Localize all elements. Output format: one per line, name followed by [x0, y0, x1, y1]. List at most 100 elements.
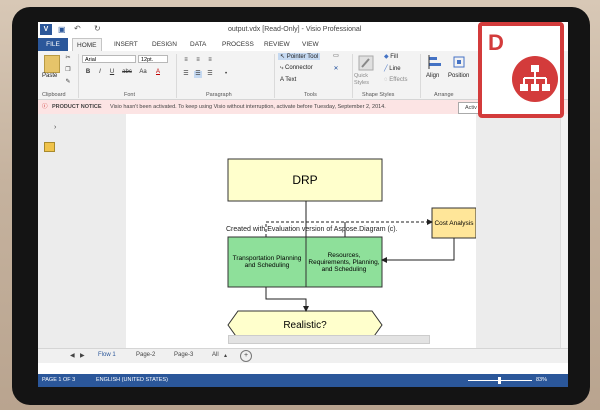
aspose-diagram-badge: D: [478, 22, 564, 118]
align-shapes-icon[interactable]: [428, 55, 442, 69]
align-right-icon[interactable]: ☰: [206, 71, 214, 78]
close-shape-icon[interactable]: ✕: [332, 66, 340, 73]
connector-button[interactable]: ⤷ Connector: [280, 65, 313, 72]
zoom-level[interactable]: 83%: [536, 374, 547, 387]
separator: [352, 54, 353, 98]
align-top-icon[interactable]: ≡: [182, 57, 190, 64]
text-tool-button[interactable]: A Text: [280, 77, 296, 83]
zoom-slider-thumb[interactable]: [498, 377, 501, 384]
drp-label: DRP: [292, 173, 318, 187]
effects-label: Effects: [389, 77, 408, 83]
position-button[interactable]: Position: [448, 73, 469, 79]
tab-data[interactable]: DATA: [190, 41, 206, 48]
clipboard-label: Clipboard: [42, 92, 66, 98]
tab-all[interactable]: All: [212, 352, 219, 358]
paste-icon[interactable]: [44, 55, 60, 73]
tab-file[interactable]: FILE: [38, 38, 68, 51]
tab-home[interactable]: HOME: [72, 38, 102, 52]
tools-label: Tools: [304, 92, 317, 98]
separator: [274, 54, 275, 98]
separator: [176, 54, 177, 98]
effects-button[interactable]: ◌ Effects: [384, 77, 407, 83]
notice-text: Visio hasn't been activated. To keep usi…: [110, 104, 386, 110]
save-icon[interactable]: ▣: [58, 25, 66, 34]
arrange-label: Arrange: [434, 92, 454, 98]
pointer-icon: ↖: [280, 54, 286, 60]
page-prev-icon[interactable]: ◀: [70, 352, 75, 359]
page-indicator[interactable]: PAGE 1 OF 3: [42, 374, 75, 387]
shapes-panel-collapsed: ›: [38, 114, 68, 348]
connector-label: Connector: [285, 65, 313, 71]
cost-connector: [381, 238, 455, 263]
format-painter-icon[interactable]: ✎: [64, 79, 72, 86]
window-title: output.vdx [Read-Only] - Visio Professio…: [228, 26, 362, 33]
underline-button[interactable]: U: [108, 69, 116, 76]
pointer-tool-button[interactable]: ↖ Pointer Tool: [278, 53, 321, 60]
font-family-select[interactable]: Arial: [82, 55, 136, 63]
connector-icon: ⤷: [280, 65, 284, 71]
tab-flow-1[interactable]: Flow 1: [98, 352, 116, 358]
horizontal-scrollbar[interactable]: [228, 335, 430, 344]
rectangle-shape-icon[interactable]: ▭: [332, 53, 340, 60]
drawing-page[interactable]: DRP Cost Analysis Transportation Plannin…: [126, 114, 477, 348]
pointer-tool-label: Pointer Tool: [286, 54, 319, 60]
add-page-icon[interactable]: +: [240, 350, 252, 362]
tab-review[interactable]: REVIEW: [264, 41, 290, 48]
resources-label: Resources, Requirements, Planning, and S…: [308, 251, 380, 273]
undo-icon[interactable]: ↶: [74, 24, 81, 33]
status-bar: PAGE 1 OF 3 ENGLISH (UNITED STATES) 83%: [38, 374, 568, 387]
separator: [78, 54, 79, 98]
quick-styles-button[interactable]: Quick Styles: [354, 73, 378, 87]
font-size-select[interactable]: 12pt.: [138, 55, 168, 63]
tab-page-2[interactable]: Page-2: [136, 352, 155, 358]
org-chart-icon: [512, 56, 558, 102]
align-middle-icon[interactable]: ≡: [194, 57, 202, 64]
paragraph-label: Paragraph: [206, 92, 232, 98]
shape-styles-label: Shape Styles: [362, 92, 395, 98]
line-label: Line: [389, 66, 401, 72]
align-center-icon[interactable]: ☰: [194, 71, 202, 78]
shapes-stencil-icon[interactable]: [44, 142, 55, 152]
language-indicator[interactable]: ENGLISH (UNITED STATES): [96, 374, 168, 387]
cut-icon[interactable]: ✂: [64, 55, 72, 62]
info-icon: ⓘ: [42, 104, 48, 110]
separator: [420, 54, 421, 98]
strikethrough-button[interactable]: abc: [120, 69, 134, 76]
text-tool-icon: A: [280, 77, 284, 83]
cost-analysis-label: Cost Analysis: [434, 219, 474, 227]
bullets-icon[interactable]: •: [222, 71, 230, 78]
tab-process[interactable]: PROCESS: [222, 41, 254, 48]
paste-button[interactable]: Paste: [42, 73, 57, 79]
italic-button[interactable]: I: [96, 69, 104, 76]
align-bottom-icon[interactable]: ≡: [206, 57, 214, 64]
bold-button[interactable]: B: [84, 69, 92, 76]
line-button[interactable]: ╱ Line: [384, 65, 401, 72]
tab-insert[interactable]: INSERT: [114, 41, 138, 48]
fill-button[interactable]: ◆ Fill: [384, 53, 398, 60]
page-next-icon[interactable]: ▶: [80, 352, 85, 359]
tab-design[interactable]: DESIGN: [152, 41, 177, 48]
watermark-text: Created with Evaluation version of Aspos…: [226, 226, 398, 233]
change-case-button[interactable]: Aa: [138, 69, 148, 76]
badge-inner: D: [482, 26, 560, 114]
font-label: Font: [124, 92, 136, 98]
transport-label: Transportation Planning and Scheduling: [232, 255, 302, 269]
all-dropdown-icon[interactable]: ▴: [224, 352, 227, 359]
line-icon: ╱: [384, 66, 388, 72]
tab-view[interactable]: VIEW: [302, 41, 319, 48]
tab-page-3[interactable]: Page-3: [174, 352, 193, 358]
page-tabs-bar: ◀ ▶ Flow 1 Page-2 Page-3 All ▴ +: [38, 335, 568, 363]
font-color-button[interactable]: A: [154, 69, 162, 76]
position-icon[interactable]: [452, 55, 466, 69]
notice-title: PRODUCT NOTICE: [52, 104, 102, 110]
align-left-icon[interactable]: ☰: [182, 71, 190, 78]
expand-shapes-icon[interactable]: ›: [54, 124, 56, 131]
quick-styles-icon[interactable]: [358, 55, 374, 71]
fill-label: Fill: [390, 54, 398, 60]
fill-icon: ◆: [384, 54, 389, 60]
copy-icon[interactable]: ❐: [64, 67, 72, 74]
text-tool-label: Text: [285, 77, 297, 83]
vertical-scrollbar[interactable]: [560, 114, 568, 348]
align-button[interactable]: Align: [426, 73, 439, 79]
redo-icon[interactable]: ↻: [94, 24, 101, 33]
